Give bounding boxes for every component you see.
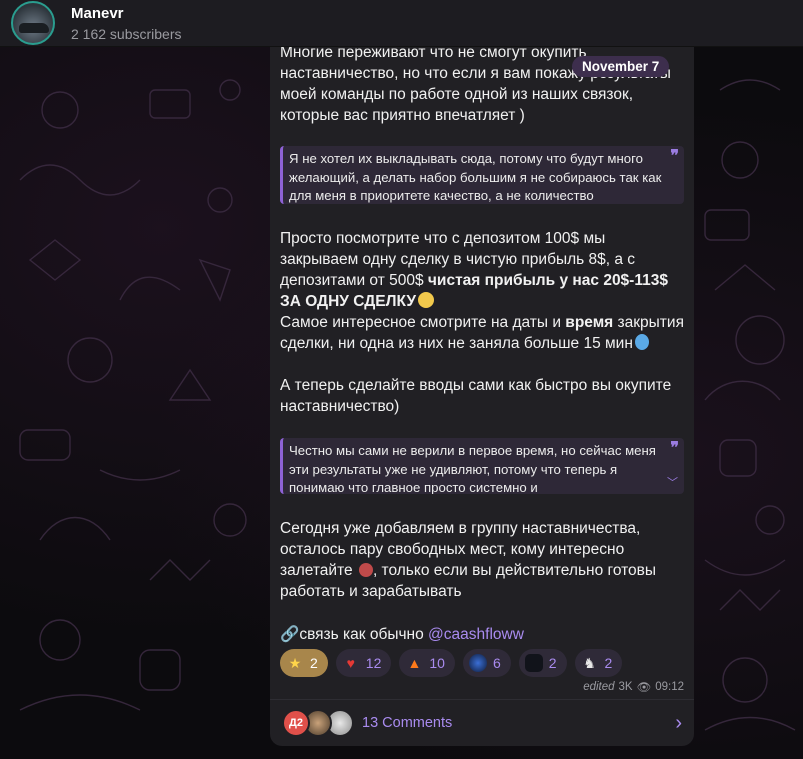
reactions-row: ★ 2 ♥ 12 ▲ 10 6 2 ♞ 2: [280, 649, 623, 677]
message-meta: edited 3K 👁 09:12: [583, 680, 684, 694]
subscriber-count: 2 162 subscribers: [71, 25, 182, 42]
message-paragraph-1: Многие переживают что не смогут окупить …: [280, 44, 671, 124]
reaction-heart[interactable]: ♥ 12: [335, 649, 392, 677]
edited-label: edited: [583, 681, 615, 693]
reaction-planet[interactable]: 6: [462, 649, 511, 677]
paragraph-3-bold: время: [565, 314, 614, 331]
quote-block-2[interactable]: Честно мы сами не верили в первое время,…: [280, 438, 684, 494]
message-time: 09:12: [655, 681, 684, 693]
quote-text-1: Я не хотел их выкладывать сюда, потому ч…: [289, 151, 662, 203]
message-bubble[interactable]: November 7 Многие переживают что не смог…: [270, 32, 694, 746]
reaction-count: 10: [429, 655, 445, 671]
reaction-count: 12: [365, 655, 382, 671]
reaction-count: 2: [310, 655, 318, 671]
avatar: Д2: [282, 709, 310, 737]
quote-icon: ❞: [670, 148, 679, 165]
channel-name: Manevr: [71, 4, 124, 22]
paragraph-6-text: связь как обычно: [299, 626, 429, 643]
link-icon: 🔗: [280, 626, 300, 643]
emoji-icon: [358, 563, 373, 577]
channel-avatar[interactable]: [11, 1, 55, 45]
message-paragraph-6: 🔗связь как обычно @caashfloww: [280, 624, 684, 645]
channel-info: Manevr 2 162 subscribers: [71, 5, 182, 42]
chevron-down-icon[interactable]: ﹀: [667, 474, 678, 493]
channel-header[interactable]: Manevr 2 162 subscribers: [0, 0, 803, 47]
fire-icon: ▲: [407, 655, 422, 671]
planet-icon: [468, 654, 487, 672]
star-icon: ★: [288, 654, 302, 671]
comments-count-label: 13 Comments: [362, 715, 453, 731]
emoji-icon: [634, 334, 649, 350]
comments-button[interactable]: Д2 13 Comments ›: [270, 700, 694, 746]
reaction-count: 6: [492, 655, 501, 671]
message-paragraph-3: Самое интересное смотрите на даты и врем…: [280, 312, 684, 354]
figure-icon: ♞: [583, 654, 596, 671]
quote-text-2: Честно мы сами не верили в первое время,…: [289, 443, 656, 494]
car-icon: [524, 654, 543, 672]
quote-icon: ❞: [670, 440, 679, 457]
reaction-fire[interactable]: ▲ 10: [399, 649, 455, 677]
reaction-car[interactable]: 2: [518, 649, 567, 677]
paragraph-3-text-a: Самое интересное смотрите на даты и: [280, 314, 566, 331]
reaction-figure[interactable]: ♞ 2: [574, 649, 623, 677]
message-paragraph-4: А теперь сделайте вводы сами как быстро …: [280, 377, 672, 415]
reaction-count: 2: [548, 655, 557, 671]
emoji-icon: [417, 292, 434, 308]
quote-block-1: Я не хотел их выкладывать сюда, потому ч…: [280, 146, 684, 204]
date-pill: November 7: [572, 56, 670, 77]
commenter-avatars: Д2: [282, 707, 362, 739]
reaction-star[interactable]: ★ 2: [280, 649, 328, 677]
username-mention[interactable]: @caashfloww: [428, 626, 524, 643]
chevron-right-icon: ›: [675, 711, 682, 734]
car-icon: [19, 23, 49, 33]
heart-icon: ♥: [346, 655, 355, 671]
view-count: 3K: [618, 681, 633, 693]
message-paragraph-5: Сегодня уже добавляем в группу наставнич…: [280, 518, 684, 602]
eye-icon: 👁: [636, 682, 652, 694]
reaction-count: 2: [604, 655, 613, 671]
message-paragraph-2: Просто посмотрите что с депозитом 100$ м…: [280, 228, 684, 312]
